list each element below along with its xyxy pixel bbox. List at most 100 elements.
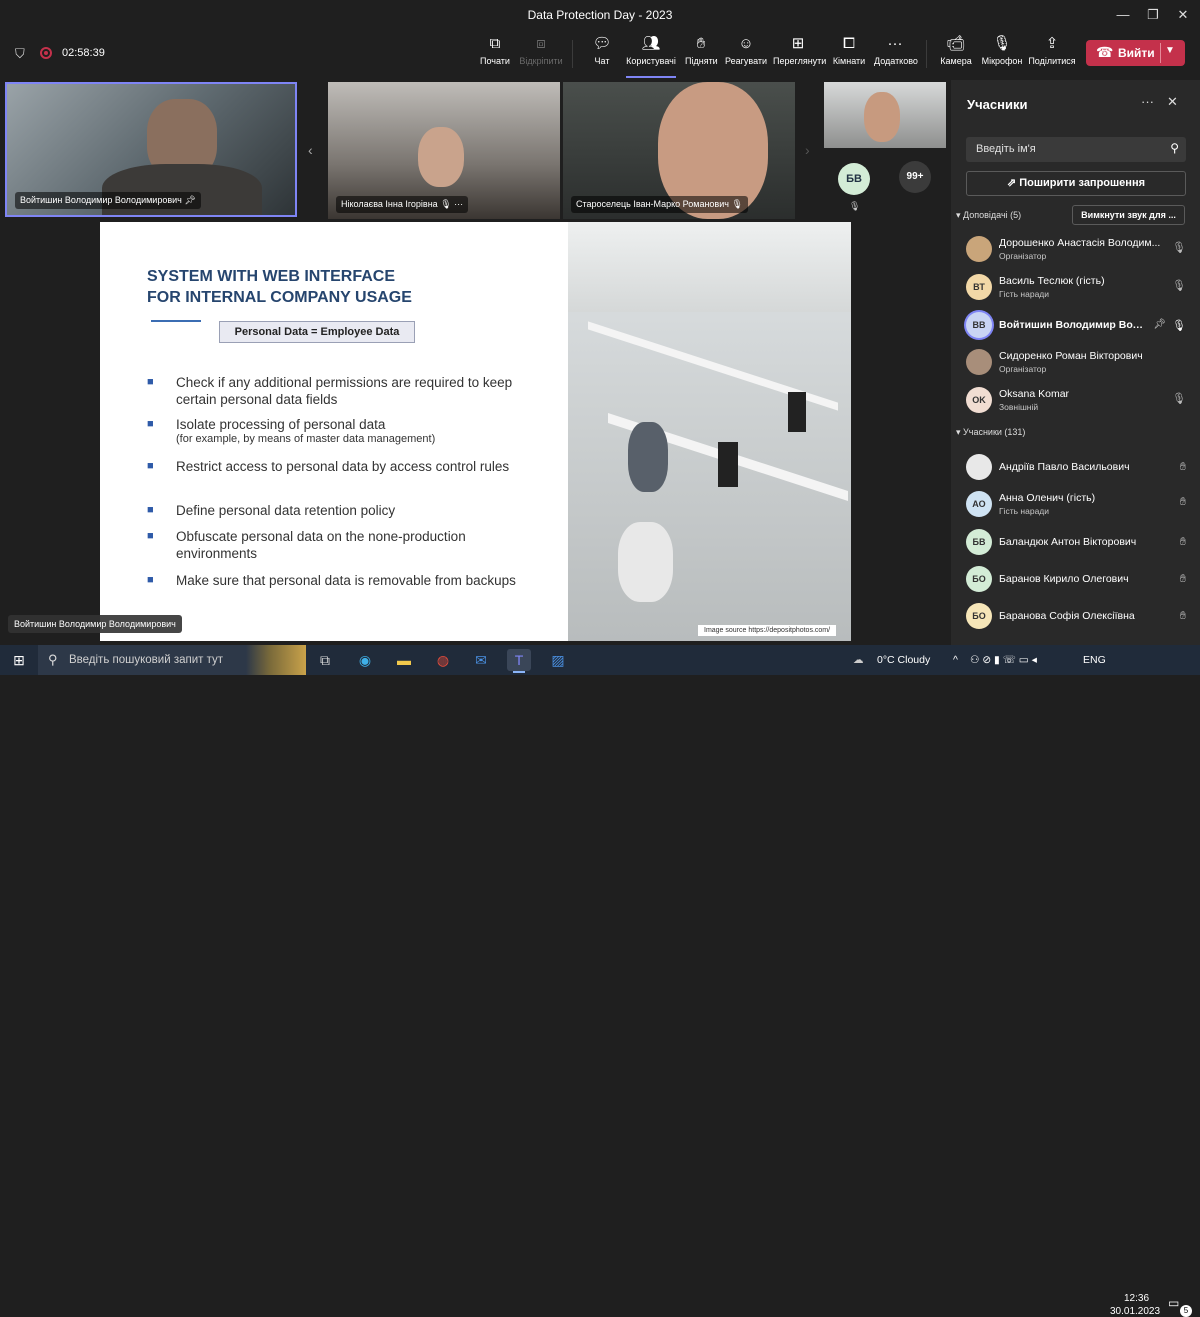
search-icon: ⚲ <box>48 652 58 667</box>
hand-icon: ✋︎ <box>1179 496 1186 508</box>
person-silhouette <box>418 127 464 187</box>
pin-icon: 📌︎ <box>184 195 196 205</box>
rooms-icon: ⧠ <box>842 35 855 52</box>
presenter-label: Войтишин Володимир Володимирович <box>8 615 182 633</box>
avatar <box>966 349 992 375</box>
mic-off-icon: 🎙︎ <box>440 199 452 209</box>
chevron-left-icon[interactable]: ‹ <box>308 142 313 158</box>
people-button[interactable]: 👥︎ Користувачі <box>626 32 676 78</box>
leave-button[interactable]: ☎ Вийти ▼ <box>1086 40 1185 66</box>
participant-row[interactable]: Дорошенко Анастасія Володим... Організат… <box>951 231 1200 268</box>
video-tile-presenter[interactable]: Войтишин Володимир Володимирович 📌︎ <box>5 82 297 217</box>
more-button[interactable]: ··· Додатково <box>874 32 918 76</box>
divider <box>926 40 927 68</box>
attendees-section-header[interactable]: ▾ Учасники (131) <box>956 427 1025 438</box>
person-shoulders <box>102 164 262 215</box>
hand-icon: ✋︎ <box>1179 610 1186 622</box>
task-view-icon[interactable]: ⧉ <box>313 649 337 671</box>
participant-row[interactable]: Сидоренко Роман Вікторович Організатор <box>951 344 1200 381</box>
clock-date[interactable]: 30.01.2023 <box>1110 1306 1160 1317</box>
video-tile-2[interactable]: Ніколаєва Інна Ігорівна 🎙︎ ··· <box>328 82 560 219</box>
search-input[interactable]: Введіть ім'я ⚲ <box>966 137 1186 162</box>
chevron-right-icon[interactable]: › <box>805 142 810 158</box>
photo-person <box>628 422 668 492</box>
restore-icon[interactable]: ❐ <box>1144 6 1162 24</box>
presentation-slide: SYSTEM WITH WEB INTERFACE FOR INTERNAL C… <box>100 222 568 641</box>
video-tile-3[interactable]: Староселець Іван-Марко Романович 🎙︎ <box>563 82 795 219</box>
participant-row[interactable]: БВ Баландюк Антон Вікторович ✋︎ <box>951 524 1200 561</box>
participants-panel: Учасники ··· ✕ Введіть ім'я ⚲ ⇗ Поширити… <box>951 80 1200 645</box>
avatar[interactable]: БВ <box>838 163 870 195</box>
avatar: OK <box>966 387 992 413</box>
participant-row[interactable]: БО Баранова Софія Олексіївна ✋︎ <box>951 598 1200 635</box>
photos-icon[interactable]: ▨ <box>546 649 570 671</box>
mic-off-icon: 🎙︎ <box>731 199 743 209</box>
notification-icon[interactable]: ▭ <box>1168 1296 1179 1310</box>
tray-icons[interactable]: ⚇ ⊘ ▮ ☏ ▭ ◂ <box>970 654 1037 666</box>
avatar: ВВ <box>966 312 992 338</box>
chevron-down-icon[interactable]: ▼ <box>1165 45 1175 56</box>
avatar: БО <box>966 566 992 592</box>
close-icon[interactable]: ✕ <box>1174 6 1192 24</box>
file-explorer-icon[interactable]: ▬ <box>392 649 416 671</box>
close-icon[interactable]: ✕ <box>1167 94 1178 110</box>
edge-icon[interactable]: ◉ <box>353 649 377 671</box>
participant-name: Ніколаєва Інна Ігорівна 🎙︎ ··· <box>336 196 469 213</box>
camera-button[interactable]: 📹︎ Камера <box>940 32 972 76</box>
minimize-icon[interactable]: — <box>1114 6 1132 24</box>
breakout-rooms-button[interactable]: ⧠ Кімнати <box>832 32 866 76</box>
participant-row[interactable]: БО Баранов Кирило Олегович ✋︎ <box>951 561 1200 598</box>
overflow-count[interactable]: 99+ <box>899 161 931 193</box>
participant-row[interactable]: OK Oksana Komar Зовнішній 🎙︎ <box>951 382 1200 419</box>
taskbar-search-input[interactable]: ⚲ Введіть пошуковий запит тут <box>38 645 306 675</box>
cloud-icon: ☁ <box>853 654 864 666</box>
participant-row[interactable]: ВВ Войтишин Володимир Вол... 📌︎ 🎙︎ <box>951 307 1200 344</box>
chat-icon: 💬︎ <box>592 35 612 52</box>
mic-icon: 🎙︎ <box>1172 320 1186 332</box>
chrome-icon[interactable]: ◍ <box>431 649 455 671</box>
photo-monitor <box>718 442 738 487</box>
presenters-section-header[interactable]: ▾ Доповідачі (5) <box>956 210 1021 221</box>
panel-title: Учасники <box>967 97 1028 112</box>
raise-hand-button[interactable]: ✋︎ Підняти <box>685 32 718 76</box>
chevron-up-icon[interactable]: ^ <box>953 654 958 666</box>
hand-icon: ✋︎ <box>1179 461 1186 473</box>
photo-person <box>618 522 673 602</box>
share-invite-button[interactable]: ⇗ Поширити запрошення <box>966 171 1186 196</box>
video-tile-4[interactable] <box>824 82 946 148</box>
mute-all-button[interactable]: Вимкнути звук для ... <box>1072 205 1185 225</box>
weather-text[interactable]: 0°C Cloudy <box>877 654 930 666</box>
divider <box>151 320 201 322</box>
mic-button[interactable]: 🎙︎ Мікрофон <box>980 32 1024 76</box>
list-item: ■ Define personal data retention policy <box>147 503 396 518</box>
phone-hangup-icon: ☎ <box>1096 44 1114 60</box>
participant-row[interactable]: АО Анна Оленич (гість) Гість наради ✋︎ <box>951 486 1200 523</box>
slide-title: SYSTEM WITH WEB INTERFACE FOR INTERNAL C… <box>147 268 412 306</box>
list-item: ■ Restrict access to personal data by acc… <box>147 459 510 474</box>
share-button[interactable]: ⧉ Почати <box>478 32 512 76</box>
image-credit: Image source https://depositphotos.com/ <box>698 625 837 636</box>
windows-start-icon[interactable]: ⊞ <box>7 649 31 671</box>
chevron-down-icon: ▾ <box>956 210 961 220</box>
slide-tag: Personal Data = Employee Data <box>219 321 415 343</box>
divider <box>572 40 573 68</box>
clock-time[interactable]: 12:36 <box>1124 1293 1149 1304</box>
participant-name: Староселець Іван-Марко Романович 🎙︎ <box>571 196 748 213</box>
list-item: ■ Check if any additional permissions are… <box>147 375 513 407</box>
view-button[interactable]: ⊞ Переглянути <box>773 32 826 76</box>
unpin-button[interactable]: ⧈ Відкріпити <box>518 32 564 76</box>
more-icon[interactable]: ··· <box>1141 94 1154 109</box>
participant-row[interactable]: Андріїв Павло Васильович ✋︎ <box>951 449 1200 486</box>
pin-icon: 📌︎ <box>1153 319 1166 330</box>
divider <box>1160 43 1161 63</box>
search-highlight-image <box>246 645 306 675</box>
react-button[interactable]: ☺ Реагувати <box>725 32 767 76</box>
avatar: БО <box>966 603 992 629</box>
participant-row[interactable]: ВТ Василь Теслюк (гість) Гість наради 🎙︎ <box>951 269 1200 306</box>
mic-off-icon: 🎙︎ <box>1172 242 1186 254</box>
share-content-button[interactable]: ⇪ Поділитися <box>1028 32 1076 76</box>
mail-icon[interactable]: ✉ <box>469 649 493 671</box>
teams-icon[interactable]: T <box>507 649 531 673</box>
language-indicator[interactable]: ENG <box>1083 654 1106 666</box>
chat-button[interactable]: 💬︎ Чат <box>588 32 616 76</box>
